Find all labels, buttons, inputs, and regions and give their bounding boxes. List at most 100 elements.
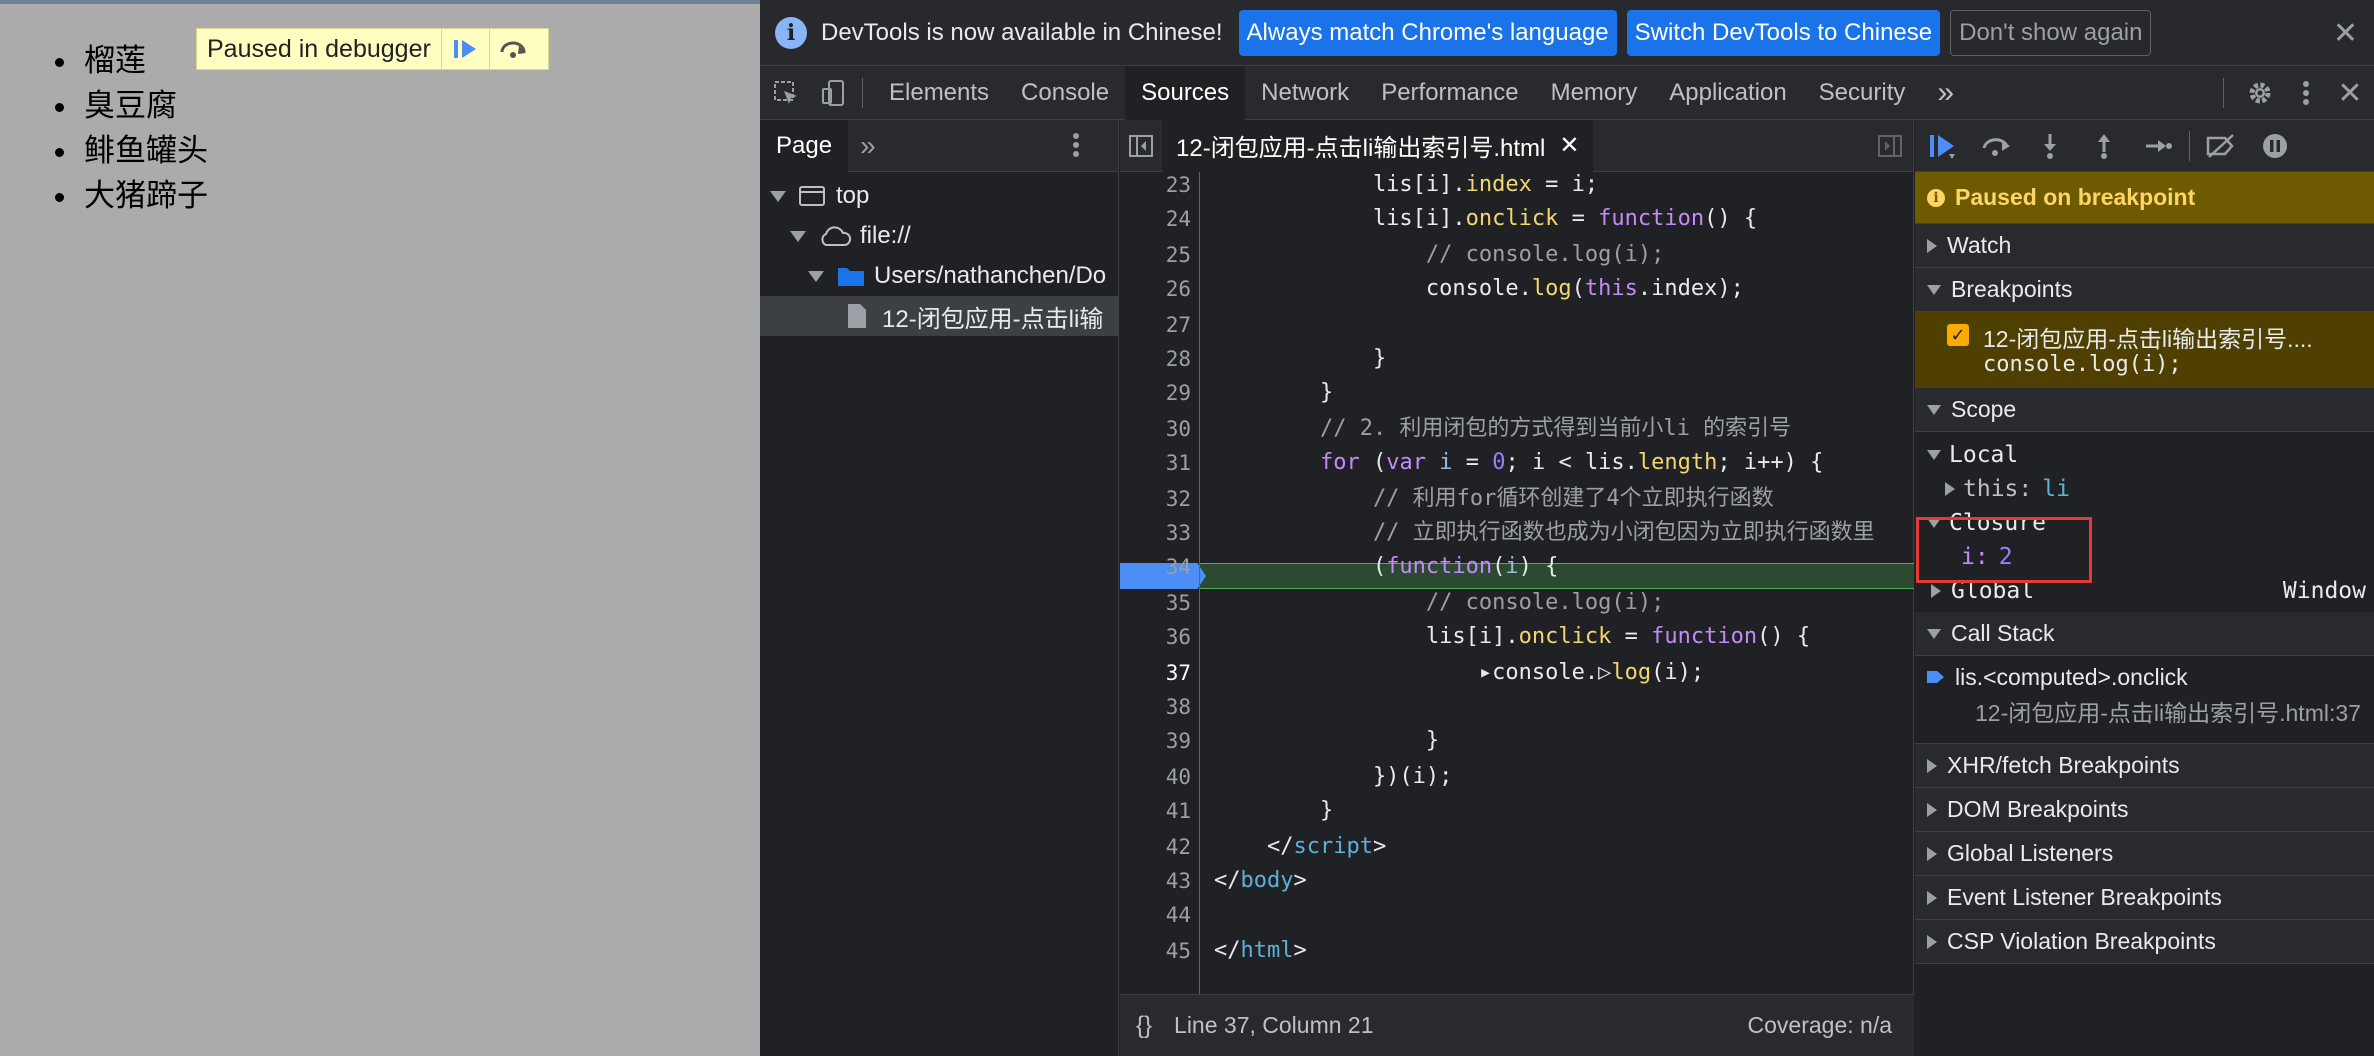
line-number[interactable]: 34 [1131, 554, 1191, 580]
list-item[interactable]: 鲱鱼罐头 [80, 128, 208, 173]
toggle-debugger-icon[interactable] [1877, 134, 1903, 163]
line-number[interactable]: 28 [1131, 346, 1191, 372]
list-item[interactable]: 大猪蹄子 [80, 173, 208, 218]
expand-triangle-icon[interactable] [1927, 450, 1941, 460]
call-frame-location[interactable]: 12-闭包应用-点击li输出索引号.html:37 [1975, 694, 2361, 728]
code-line[interactable]: </body> [1214, 868, 1307, 894]
code-line[interactable]: } [1214, 380, 1333, 406]
collapse-triangle-icon[interactable] [1927, 238, 1937, 253]
expand-triangle-icon[interactable] [1945, 482, 1955, 496]
tree-node-top[interactable]: top [760, 176, 1118, 216]
code-line[interactable]: } [1214, 346, 1386, 372]
expand-triangle-icon[interactable] [790, 230, 806, 242]
code-line[interactable]: lis[i].onclick = function() { [1214, 624, 1810, 650]
code-line[interactable]: </html> [1214, 938, 1307, 964]
line-number[interactable]: 25 [1131, 242, 1191, 268]
code-line[interactable]: // 利用for循环创建了4个立即执行函数 [1214, 486, 1774, 512]
line-number[interactable]: 43 [1131, 868, 1191, 894]
line-number[interactable]: 30 [1131, 416, 1191, 442]
collapse-triangle-icon[interactable] [1927, 758, 1937, 773]
tree-node-file[interactable]: 12-闭包应用-点击li输 [760, 296, 1118, 336]
deactivate-breakpoints-icon[interactable] [2194, 120, 2248, 172]
code-line[interactable]: lis[i].index = i; [1214, 172, 1598, 198]
step-into-icon[interactable] [2023, 120, 2077, 172]
breakpoint-checkbox[interactable]: ✓ [1947, 324, 1969, 346]
collapse-triangle-icon[interactable] [1927, 890, 1937, 905]
close-file-icon[interactable]: ✕ [1559, 131, 1579, 160]
call-frame[interactable]: lis.<computed>.onclick 12-闭包应用-点击li输出索引号… [1915, 656, 2374, 744]
line-number[interactable]: 33 [1131, 520, 1191, 546]
line-number[interactable]: 38 [1131, 694, 1191, 720]
line-number[interactable]: 27 [1131, 312, 1191, 338]
code-line[interactable]: } [1214, 798, 1333, 824]
device-toolbar-icon[interactable] [812, 66, 856, 120]
toggle-navigator-icon[interactable] [1120, 120, 1162, 172]
code-line[interactable]: // console.log(i); [1214, 242, 1664, 268]
line-number[interactable]: 41 [1131, 798, 1191, 824]
expand-triangle-icon[interactable] [1927, 284, 1941, 295]
line-number-gutter[interactable]: 23 24 25 26 27 28 29 30 31 32 33 34 35 3… [1120, 172, 1200, 994]
line-number[interactable]: 32 [1131, 486, 1191, 512]
code-line[interactable]: } [1214, 728, 1439, 754]
step-out-icon[interactable] [2077, 120, 2131, 172]
customize-menu-icon[interactable] [2286, 66, 2326, 120]
pause-on-exceptions-icon[interactable] [2248, 120, 2302, 172]
section-csp-breakpoints[interactable]: CSP Violation Breakpoints [1915, 920, 2374, 964]
code-line[interactable]: </script> [1214, 834, 1386, 860]
scope-variable[interactable]: this: li [1915, 472, 2374, 506]
section-xhr-breakpoints[interactable]: XHR/fetch Breakpoints [1915, 744, 2374, 788]
line-number[interactable]: 23 [1131, 172, 1191, 198]
code-line[interactable]: console.log(this.index); [1214, 276, 1744, 302]
tab-memory[interactable]: Memory [1535, 66, 1654, 120]
collapse-triangle-icon[interactable] [1927, 802, 1937, 817]
tab-open-file[interactable]: 12-闭包应用-点击li输出索引号.html ✕ [1162, 119, 1594, 172]
line-number[interactable]: 40 [1131, 764, 1191, 790]
step-over-icon[interactable] [488, 29, 537, 69]
code-line[interactable]: lis[i].onclick = function() { [1214, 206, 1757, 232]
expand-triangle-icon[interactable] [808, 270, 824, 282]
line-number[interactable]: 29 [1131, 380, 1191, 406]
line-number[interactable]: 31 [1131, 450, 1191, 476]
collapse-triangle-icon[interactable] [1927, 846, 1937, 861]
section-event-listener-breakpoints[interactable]: Event Listener Breakpoints [1915, 876, 2374, 920]
section-dom-breakpoints[interactable]: DOM Breakpoints [1915, 788, 2374, 832]
tab-elements[interactable]: Elements [873, 66, 1005, 120]
line-number-current[interactable]: 37 [1131, 660, 1191, 686]
more-navigator-tabs[interactable]: » [860, 130, 876, 162]
code-line[interactable]: for (var i = 0; i < lis.length; i++) { [1214, 450, 1823, 476]
section-watch[interactable]: Watch [1915, 224, 2374, 268]
list-item[interactable]: 榴莲 [80, 38, 208, 83]
breakpoint-entry[interactable]: ✓ 12-闭包应用-点击li输出索引号.... console.log(i); [1915, 312, 2374, 388]
inspect-element-icon[interactable] [760, 66, 812, 120]
section-scope[interactable]: Scope [1915, 388, 2374, 432]
line-number[interactable]: 44 [1131, 902, 1191, 928]
expand-triangle-icon[interactable] [1927, 404, 1941, 415]
always-match-language-button[interactable]: Always match Chrome's language [1238, 9, 1617, 56]
section-call-stack[interactable]: Call Stack [1915, 612, 2374, 656]
line-number[interactable]: 39 [1131, 728, 1191, 754]
close-icon[interactable]: ✕ [2333, 16, 2358, 51]
line-number[interactable]: 24 [1131, 206, 1191, 232]
step-over-icon[interactable] [1969, 120, 2023, 172]
code-line[interactable]: // 2. 利用闭包的方式得到当前小li 的索引号 [1214, 416, 1791, 442]
close-devtools-icon[interactable]: ✕ [2326, 66, 2374, 120]
step-icon[interactable] [2131, 120, 2185, 172]
tab-console[interactable]: Console [1005, 66, 1125, 120]
code-line[interactable]: })(i); [1214, 764, 1452, 790]
tab-network[interactable]: Network [1245, 66, 1365, 120]
tab-security[interactable]: Security [1803, 66, 1922, 120]
tree-node-file-origin[interactable]: file:// [760, 216, 1118, 256]
resume-icon[interactable] [440, 29, 489, 69]
line-number[interactable]: 42 [1131, 834, 1191, 860]
line-number[interactable]: 36 [1131, 624, 1191, 650]
dont-show-again-button[interactable]: Don't show again [1950, 9, 2152, 56]
tab-application[interactable]: Application [1653, 66, 1802, 120]
expand-triangle-icon[interactable] [1931, 584, 1941, 598]
tab-performance[interactable]: Performance [1365, 66, 1534, 120]
coverage-status[interactable]: Coverage: n/a [1748, 1012, 1892, 1039]
code-area[interactable]: 23 24 25 26 27 28 29 30 31 32 33 34 35 3… [1120, 172, 1914, 994]
code-line[interactable]: // 立即执行函数也成为小闭包因为立即执行函数里 [1214, 520, 1875, 546]
code-line[interactable]: // console.log(i); [1214, 590, 1664, 616]
list-item[interactable]: 臭豆腐 [80, 83, 208, 128]
settings-gear-icon[interactable] [2234, 66, 2286, 120]
